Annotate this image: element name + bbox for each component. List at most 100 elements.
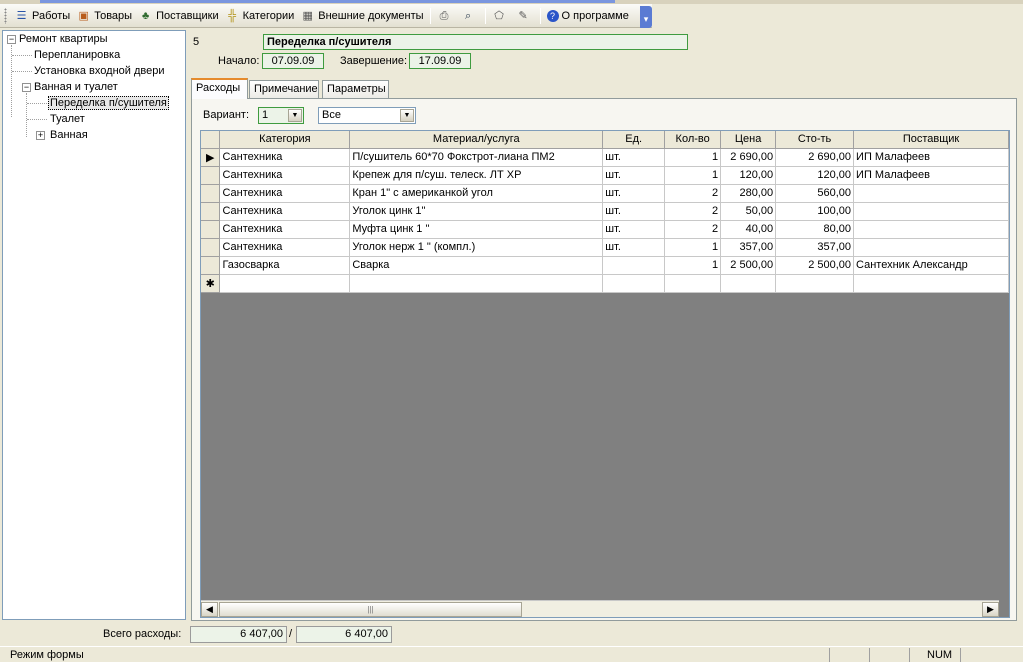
expand-icon[interactable]: + <box>36 131 45 140</box>
variant-filter-select[interactable]: Все ▼ <box>318 107 416 124</box>
cell-quantity[interactable]: 2 <box>664 220 722 239</box>
cell-quantity[interactable]: 1 <box>664 166 722 185</box>
chevron-down-icon[interactable]: ▼ <box>288 109 302 122</box>
external-docs-button[interactable]: ▦ Внешние документы <box>297 6 426 26</box>
cell-quantity[interactable]: 1 <box>664 148 722 167</box>
start-date-field[interactable]: 07.09.09 <box>262 53 324 69</box>
cell-category[interactable]: Сантехника <box>219 148 351 167</box>
cell-supplier[interactable]: ИП Малафеев <box>853 148 1009 167</box>
table-row[interactable]: Сантехника Муфта цинк 1 " шт. 2 40,00 80… <box>201 220 1009 239</box>
cell-unit[interactable] <box>602 256 666 275</box>
categories-button[interactable]: ╬ Категории <box>222 6 298 26</box>
cell-supplier[interactable]: ИП Малафеев <box>853 166 1009 185</box>
cell-material[interactable]: Сварка <box>349 256 604 275</box>
new-row[interactable]: ✱ <box>201 274 1009 293</box>
cell-category[interactable]: Сантехника <box>219 238 351 257</box>
row-selector[interactable] <box>201 166 221 185</box>
cell-category[interactable]: Сантехника <box>219 220 351 239</box>
cell-price[interactable]: 280,00 <box>720 184 777 203</box>
end-date-field[interactable]: 17.09.09 <box>409 53 471 69</box>
cell-cost[interactable]: 100,00 <box>775 202 855 221</box>
cell-cost[interactable]: 357,00 <box>775 238 855 257</box>
scrollbar-thumb[interactable]: ||| <box>219 602 522 617</box>
cell-supplier[interactable]: Сантехник Александр <box>853 256 1009 275</box>
tree-node-dryer-rework[interactable]: Переделка п/сушителя <box>48 96 169 111</box>
scroll-left-icon[interactable]: ◀ <box>201 602 218 617</box>
row-selector[interactable] <box>201 184 221 203</box>
work-title-field[interactable]: Переделка п/сушителя <box>263 34 688 50</box>
cell-quantity[interactable] <box>664 274 722 293</box>
tree-node-bathroom-toilet[interactable]: Ванная и туалет <box>34 80 118 95</box>
table-row[interactable]: Газосварка Сварка 1 2 500,00 2 500,00 Са… <box>201 256 1009 275</box>
column-header-quantity[interactable]: Кол-во <box>664 131 722 149</box>
suppliers-button[interactable]: ♣ Поставщики <box>135 6 222 26</box>
chevron-down-icon[interactable]: ▼ <box>400 109 414 122</box>
cell-category[interactable]: Газосварка <box>219 256 351 275</box>
scroll-right-icon[interactable]: ▶ <box>982 602 999 617</box>
cell-material[interactable]: Кран 1" с американкой угол <box>349 184 604 203</box>
cell-unit[interactable]: шт. <box>602 184 666 203</box>
row-selector-header[interactable] <box>201 131 221 149</box>
cell-price[interactable]: 357,00 <box>720 238 777 257</box>
cell-category[interactable] <box>219 274 351 293</box>
variant-select[interactable]: 1 ▼ <box>258 107 304 124</box>
current-row-marker-icon[interactable]: ▶ <box>201 148 221 167</box>
tab-notes[interactable]: Примечание <box>249 80 319 98</box>
about-button[interactable]: ? О программе <box>544 6 632 26</box>
cell-cost[interactable]: 2 500,00 <box>775 256 855 275</box>
column-header-unit[interactable]: Ед. <box>602 131 666 149</box>
cell-quantity[interactable]: 2 <box>664 202 722 221</box>
column-header-material[interactable]: Материал/услуга <box>349 131 604 149</box>
cell-quantity[interactable]: 1 <box>664 238 722 257</box>
cell-price[interactable]: 2 500,00 <box>720 256 777 275</box>
cell-supplier[interactable] <box>853 274 1009 293</box>
table-row[interactable]: Сантехника Крепеж для п/суш. телеск. ЛТ … <box>201 166 1009 185</box>
table-row[interactable]: Сантехника Уголок цинк 1" шт. 2 50,00 10… <box>201 202 1009 221</box>
tree-node-bathroom[interactable]: Ванная <box>50 128 88 143</box>
cell-category[interactable]: Сантехника <box>219 184 351 203</box>
table-row[interactable]: ▶ Сантехника П/сушитель 60*70 Фокстрот-л… <box>201 148 1009 167</box>
cell-unit[interactable]: шт. <box>602 148 666 167</box>
cell-unit[interactable]: шт. <box>602 202 666 221</box>
cell-supplier[interactable] <box>853 220 1009 239</box>
tree-node-door[interactable]: Установка входной двери <box>34 64 164 79</box>
pencil-button[interactable]: ✎ <box>513 6 537 26</box>
cell-supplier[interactable] <box>853 202 1009 221</box>
goods-button[interactable]: ▣ Товары <box>73 6 135 26</box>
tab-parameters[interactable]: Параметры <box>322 80 389 98</box>
tree-node-root[interactable]: Ремонт квартиры <box>19 32 108 47</box>
toolbar-options-chevron-icon[interactable]: ▾ <box>640 6 652 28</box>
collapse-icon[interactable]: − <box>22 83 31 92</box>
cell-material[interactable]: Уголок нерж 1 " (компл.) <box>349 238 604 257</box>
collapse-icon[interactable]: − <box>7 35 16 44</box>
cell-quantity[interactable]: 2 <box>664 184 722 203</box>
column-header-cost[interactable]: Сто-ть <box>775 131 855 149</box>
cell-cost[interactable]: 2 690,00 <box>775 148 855 167</box>
tab-expenses[interactable]: Расходы <box>191 78 248 99</box>
column-header-supplier[interactable]: Поставщик <box>853 131 1009 149</box>
table-row[interactable]: Сантехника Уголок нерж 1 " (компл.) шт. … <box>201 238 1009 257</box>
column-header-price[interactable]: Цена <box>720 131 777 149</box>
cell-material[interactable]: Крепеж для п/суш. телеск. ЛТ ХР <box>349 166 604 185</box>
cell-category[interactable]: Сантехника <box>219 166 351 185</box>
cell-price[interactable]: 120,00 <box>720 166 777 185</box>
column-header-category[interactable]: Категория <box>219 131 351 149</box>
table-row[interactable]: Сантехника Кран 1" с американкой угол шт… <box>201 184 1009 203</box>
cell-unit[interactable]: шт. <box>602 238 666 257</box>
cell-price[interactable]: 50,00 <box>720 202 777 221</box>
cell-material[interactable]: Уголок цинк 1" <box>349 202 604 221</box>
cell-quantity[interactable]: 1 <box>664 256 722 275</box>
cell-cost[interactable] <box>775 274 855 293</box>
cell-category[interactable]: Сантехника <box>219 202 351 221</box>
cell-unit[interactable]: шт. <box>602 166 666 185</box>
cell-cost[interactable]: 560,00 <box>775 184 855 203</box>
cell-material[interactable] <box>349 274 604 293</box>
cell-price[interactable] <box>720 274 777 293</box>
tag-button[interactable]: ⬠ <box>489 6 513 26</box>
row-selector[interactable] <box>201 238 221 257</box>
cell-price[interactable]: 40,00 <box>720 220 777 239</box>
tree-node-replanning[interactable]: Перепланировка <box>34 48 120 63</box>
cell-material[interactable]: Муфта цинк 1 " <box>349 220 604 239</box>
row-selector[interactable] <box>201 220 221 239</box>
cell-cost[interactable]: 120,00 <box>775 166 855 185</box>
